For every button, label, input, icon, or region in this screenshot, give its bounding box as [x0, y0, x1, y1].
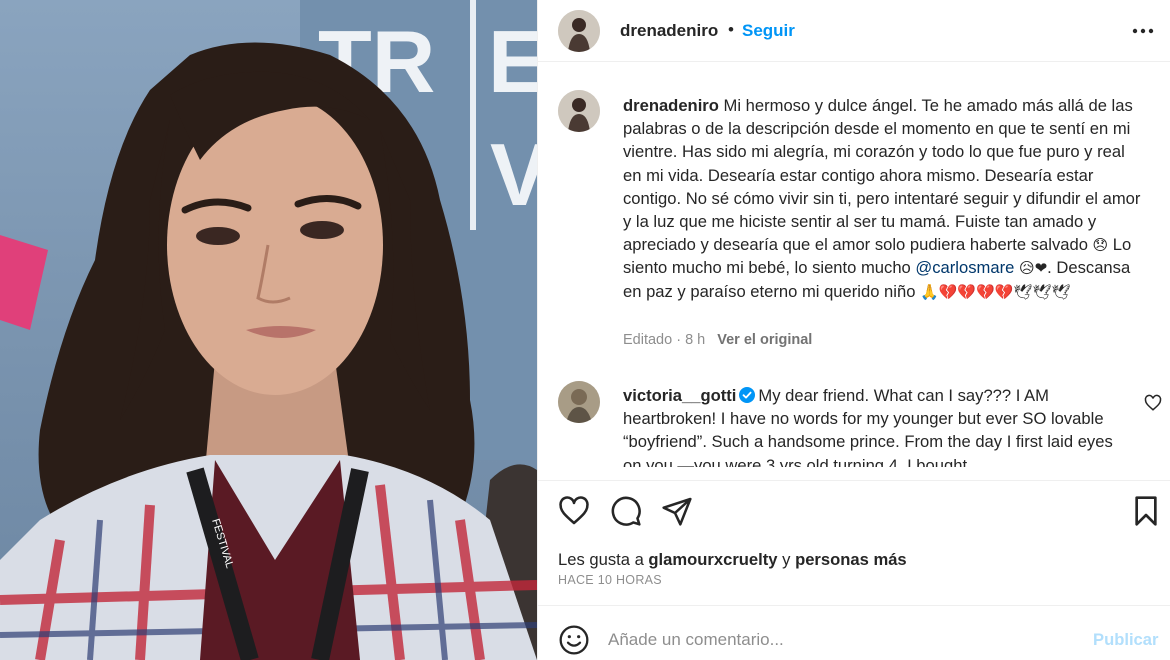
caption-text-part1: Mi hermoso y dulce ángel. Te he amado má… [623, 96, 1141, 255]
left-eye [196, 227, 240, 245]
caption-author-avatar[interactable] [558, 90, 600, 132]
see-original-link[interactable]: Ver el original [717, 332, 812, 348]
likes-middle: y [777, 550, 796, 569]
commenter-avatar[interactable] [558, 381, 600, 423]
add-comment-bar: Publicar [538, 605, 1170, 660]
header-separator: • [728, 20, 734, 39]
right-eye [300, 221, 344, 239]
post-photo[interactable]: TR E T V [0, 0, 537, 660]
commenter-username[interactable]: victoria__gotti [623, 386, 736, 405]
share-send-icon[interactable] [661, 495, 693, 527]
caption-username[interactable]: drenadeniro [623, 96, 719, 115]
emoji-smile-icon[interactable] [558, 624, 590, 656]
more-options-icon[interactable] [1128, 20, 1158, 42]
comment-bubble-icon[interactable] [610, 495, 642, 527]
prayer-hearts-doves-emoji: 🙏💔💔💔💔🕊🕊🕊 [920, 282, 1071, 301]
comment-input[interactable] [608, 626, 1068, 654]
sign-letter-v: V [490, 125, 537, 224]
avatar-image [558, 381, 600, 423]
banner-divider [470, 0, 476, 230]
post-header: drenadeniro • Seguir [538, 0, 1170, 62]
portrait-illustration: TR E T V [0, 0, 537, 660]
edited-timestamp: Editado · 8 h [623, 332, 706, 348]
disappointed-face-emoji: 😞 [1092, 236, 1109, 255]
like-heart-icon[interactable] [558, 495, 590, 527]
comments-scroll-area[interactable]: drenadeniro Mi hermoso y dulce ángel. Te… [538, 70, 1170, 467]
pink-accent-shape [0, 235, 48, 330]
likes-summary: Les gusta a glamourxcruelty y personas m… [558, 550, 907, 570]
like-comment-heart-icon[interactable] [1144, 394, 1162, 412]
author-username[interactable]: drenadeniro [620, 21, 718, 41]
post-timestamp[interactable]: HACE 10 HORAS [558, 573, 662, 587]
sign-letter-e: E [488, 12, 537, 111]
follow-button[interactable]: Seguir [742, 21, 795, 41]
likes-others-link[interactable]: personas más [795, 550, 907, 569]
mention-link[interactable]: @carlosmare [915, 258, 1014, 277]
post-side-panel: drenadeniro • Seguir drenadeniro Mi herm… [537, 0, 1170, 660]
save-bookmark-icon[interactable] [1130, 495, 1162, 527]
likes-prefix: Les gusta a [558, 550, 649, 569]
liker-username[interactable]: glamourxcruelty [648, 550, 777, 569]
avatar-image [558, 10, 600, 52]
verified-badge-icon [739, 386, 756, 403]
publish-button[interactable]: Publicar [1093, 630, 1158, 650]
sad-face-heart-emoji: 😥❤ [1018, 259, 1048, 278]
caption: drenadeniro Mi hermoso y dulce ángel. Te… [623, 94, 1143, 303]
caption-meta: Editado · 8 h Ver el original [623, 332, 812, 348]
author-avatar[interactable] [558, 10, 600, 52]
action-bar [538, 480, 1170, 550]
comment: victoria__gotti My dear friend. What can … [623, 384, 1123, 467]
avatar-image [558, 90, 600, 132]
